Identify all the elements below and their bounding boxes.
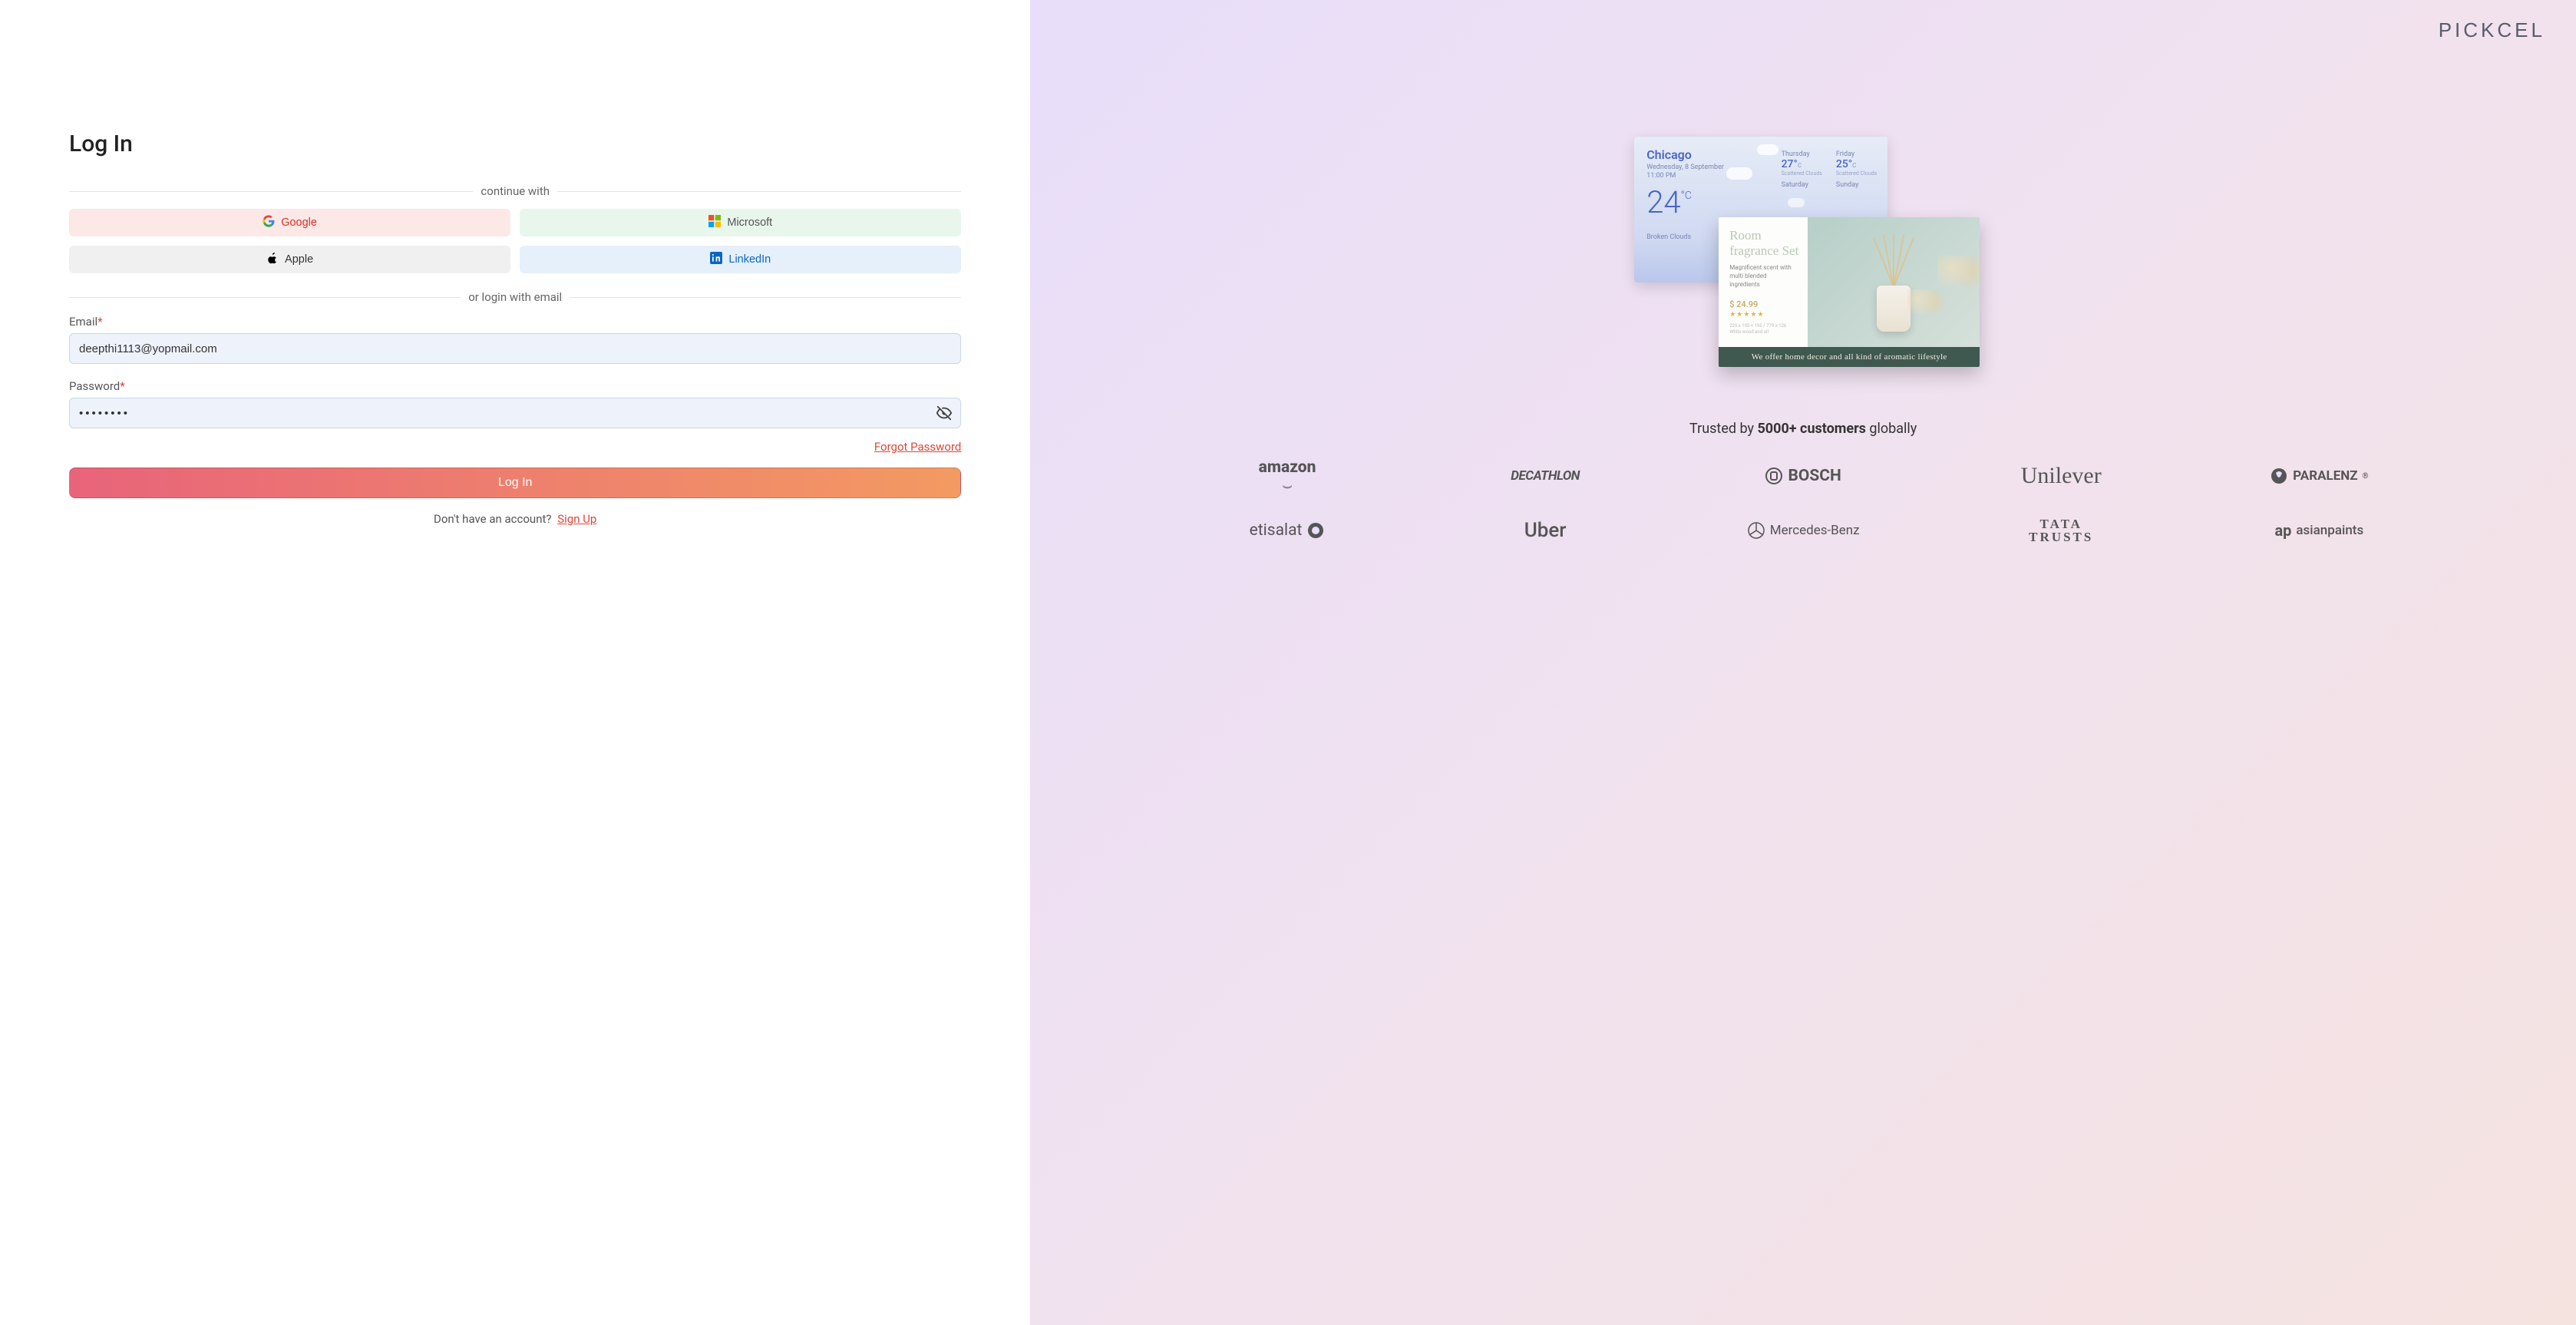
logo-decathlon: DECATHLON xyxy=(1511,468,1580,484)
password-visibility-icon[interactable] xyxy=(935,404,953,422)
signup-link[interactable]: Sign Up xyxy=(557,512,596,526)
logo-paralenz: PARALENZ® xyxy=(2270,467,2368,485)
weather-forecast: Thursday 27°C Scattered Clouds Friday 25… xyxy=(1782,150,1878,189)
sso-microsoft-label: Microsoft xyxy=(727,216,772,229)
google-icon xyxy=(263,215,275,230)
login-button[interactable]: Log In xyxy=(69,468,961,498)
sso-linkedin-label: LinkedIn xyxy=(728,253,771,266)
password-label: Password* xyxy=(69,379,961,393)
page-title: Log In xyxy=(69,131,961,157)
or-email-divider: or login with email xyxy=(69,290,961,304)
linkedin-icon xyxy=(710,252,722,267)
customer-logos: amazon ⌣ DECATHLON BOSCH Unilever PARALE… xyxy=(1170,461,2436,544)
product-desc: Magnificent scent with multi blended ing… xyxy=(1729,264,1792,289)
trust-line: Trusted by 5000+ customers globally xyxy=(1689,421,1917,437)
logo-mercedes: Mercedes-Benz xyxy=(1747,521,1860,540)
password-field[interactable] xyxy=(69,398,961,428)
paralenz-icon xyxy=(2270,467,2288,485)
logo-etisalat: etisalat xyxy=(1250,521,1326,540)
logo-asianpaints: ap asianpaints xyxy=(2274,521,2363,540)
email-label: Email* xyxy=(69,315,961,329)
logo-tata: TATA TRUSTS xyxy=(2029,517,2093,544)
logo-unilever: Unilever xyxy=(2021,463,2102,489)
email-field[interactable] xyxy=(69,333,961,364)
signup-prompt: Don't have an account? Sign Up xyxy=(69,512,961,526)
mercedes-icon xyxy=(1747,521,1765,540)
product-rating: ★★★★★ xyxy=(1729,311,1800,319)
logo-amazon: amazon ⌣ xyxy=(1259,461,1316,491)
hero-panel: PICKCEL Chicago Wednesday, 8 September 1… xyxy=(1030,0,2576,1325)
apple-icon xyxy=(266,252,279,267)
continue-with-divider: continue with xyxy=(69,184,961,198)
sso-buttons: Google Microsoft Apple LinkedIn xyxy=(69,209,961,273)
product-price: $ 24.99 xyxy=(1729,299,1800,309)
product-title: Room fragrance Set xyxy=(1729,228,1800,258)
logo-uber: Uber xyxy=(1524,519,1567,542)
asianpaints-icon: ap xyxy=(2274,521,2291,540)
login-panel: Log In continue with Google Microsoft Ap… xyxy=(0,0,1030,1325)
weather-temp: 24°C xyxy=(1646,187,1875,218)
bosch-icon xyxy=(1765,467,1783,485)
sso-microsoft-button[interactable]: Microsoft xyxy=(520,209,961,236)
sso-linkedin-button[interactable]: LinkedIn xyxy=(520,246,961,273)
product-banner: We offer home decor and all kind of arom… xyxy=(1719,347,1980,367)
forgot-password-link[interactable]: Forgot Password xyxy=(874,440,962,454)
microsoft-icon xyxy=(708,215,721,230)
sso-google-label: Google xyxy=(281,216,317,229)
product-widget-preview: Room fragrance Set Magnificent scent wit… xyxy=(1719,217,1980,367)
sso-apple-button[interactable]: Apple xyxy=(69,246,510,273)
product-image xyxy=(1808,217,1980,347)
preview-stack: Chicago Wednesday, 8 September 11:00 PM … xyxy=(1634,137,1972,367)
logo-bosch: BOSCH xyxy=(1765,467,1841,485)
sso-google-button[interactable]: Google xyxy=(69,209,510,236)
etisalat-icon xyxy=(1306,521,1325,540)
product-sku: 225 x 195 × 195 / 779 x 126 White wood a… xyxy=(1729,323,1800,335)
sso-apple-label: Apple xyxy=(285,253,313,266)
brand-logo: PICKCEL xyxy=(2439,18,2545,42)
